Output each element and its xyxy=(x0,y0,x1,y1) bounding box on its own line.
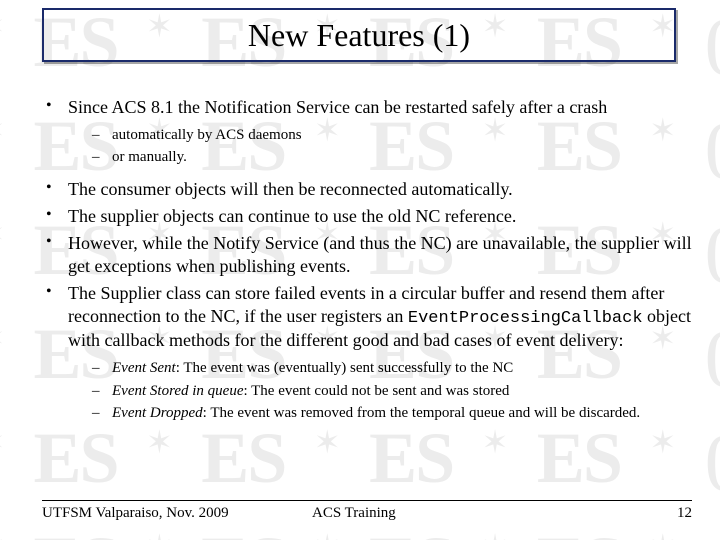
bullet-5: The Supplier class can store failed even… xyxy=(42,282,692,424)
bullet-3: The supplier objects can continue to use… xyxy=(42,205,692,228)
bullet-4: However, while the Notify Service (and t… xyxy=(42,232,692,278)
bullet-5-sub-1: Event Sent: The event was (eventually) s… xyxy=(92,358,692,378)
slide-body: Since ACS 8.1 the Notification Service c… xyxy=(42,96,692,433)
bullet-5-sub-2-label: Event Stored in queue xyxy=(112,383,243,399)
bullet-5-sub-1-desc: : The event was (eventually) sent succes… xyxy=(176,360,514,376)
bullet-1-text: Since ACS 8.1 the Notification Service c… xyxy=(68,97,607,117)
bullet-5-sub-2-desc: : The event could not be sent and was st… xyxy=(243,383,509,399)
slide-title-box: New Features (1) xyxy=(42,8,676,62)
bullet-1-sub-1: automatically by ACS daemons xyxy=(92,125,692,145)
slide-footer: UTFSM Valparaiso, Nov. 2009 ACS Training… xyxy=(42,500,692,522)
bullet-5-sub-1-label: Event Sent xyxy=(112,360,176,376)
bullet-5-sub-3-desc: : The event was removed from the tempora… xyxy=(203,405,641,421)
bullet-2: The consumer objects will then be reconn… xyxy=(42,178,692,201)
bullet-5-code: EventProcessingCallback xyxy=(408,309,643,328)
bullet-5-sub-3-label: Event Dropped xyxy=(112,405,203,421)
bullet-1-sub-2: or manually. xyxy=(92,147,692,167)
bullet-1: Since ACS 8.1 the Notification Service c… xyxy=(42,96,692,168)
bullet-5-sub-3: Event Dropped: The event was removed fro… xyxy=(92,403,692,423)
bullet-5-sub-2: Event Stored in queue: The event could n… xyxy=(92,381,692,401)
footer-divider xyxy=(42,500,692,501)
footer-left: UTFSM Valparaiso, Nov. 2009 xyxy=(42,505,312,522)
footer-page-number: 12 xyxy=(652,505,692,522)
slide-title: New Features (1) xyxy=(248,17,470,54)
footer-center: ACS Training xyxy=(312,505,652,522)
